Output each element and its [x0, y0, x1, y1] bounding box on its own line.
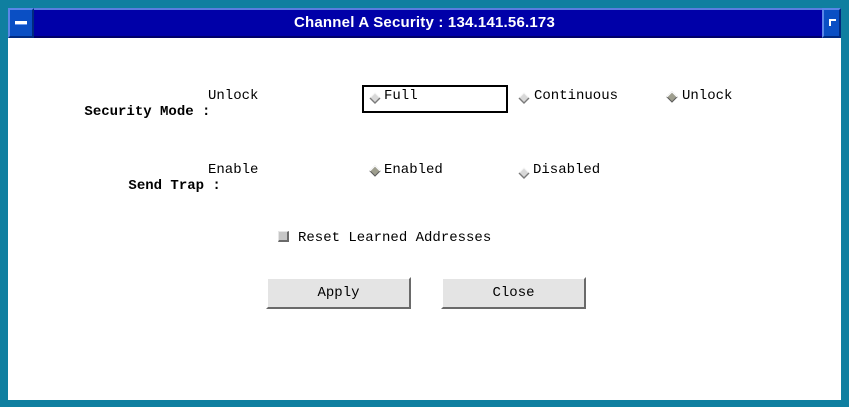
reset-learned-addresses-checkbox[interactable]: [278, 231, 289, 242]
close-button[interactable]: Close: [441, 277, 586, 309]
security-mode-current-value: Unlock: [208, 88, 259, 104]
radio-enabled-label[interactable]: Enabled: [384, 162, 443, 178]
menu-bar-icon: [15, 21, 27, 25]
title-bar[interactable]: Channel A Security : 134.141.56.173: [8, 8, 841, 38]
radio-disabled-label[interactable]: Disabled: [533, 162, 600, 178]
radio-full-label[interactable]: Full: [384, 88, 418, 104]
maximize-button[interactable]: [822, 8, 841, 38]
send-trap-label: Send Trap :: [128, 178, 221, 194]
send-trap-current-value: Enable: [208, 162, 259, 178]
security-dialog-window: Channel A Security : 134.141.56.173 Secu…: [0, 0, 849, 407]
radio-continuous-icon[interactable]: [518, 92, 530, 104]
window-title: Channel A Security : 134.141.56.173: [293, 14, 556, 31]
apply-button[interactable]: Apply: [266, 277, 411, 309]
radio-enabled-icon[interactable]: [369, 165, 381, 177]
maximize-icon: [829, 19, 836, 26]
dialog-body: Security Mode : Unlock Full Continuous U…: [8, 38, 841, 400]
security-mode-label: Security Mode :: [84, 104, 211, 120]
window-menu-button[interactable]: [8, 8, 34, 38]
radio-unlock-label[interactable]: Unlock: [682, 88, 732, 104]
radio-unlock-icon[interactable]: [666, 91, 678, 103]
radio-full-icon[interactable]: [369, 92, 381, 104]
reset-learned-addresses-label[interactable]: Reset Learned Addresses: [298, 230, 491, 246]
radio-disabled-icon[interactable]: [518, 167, 530, 179]
radio-continuous-label[interactable]: Continuous: [534, 88, 618, 104]
